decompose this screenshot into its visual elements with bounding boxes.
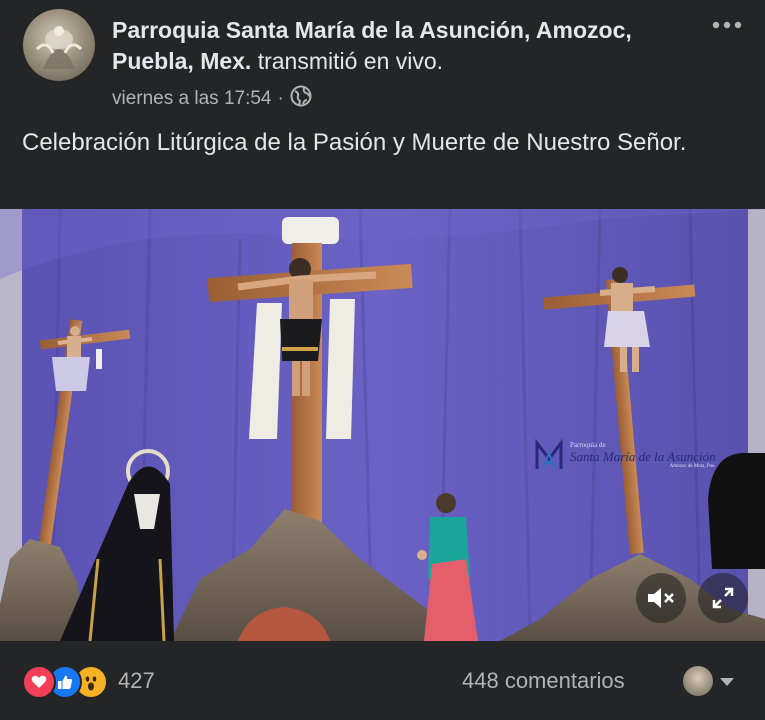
watermark-line-3: Amozoc de Mota, Pue. bbox=[669, 464, 716, 469]
broadcast-watermark: Parroquia de Santa María de la Asunción … bbox=[534, 439, 716, 471]
viewer-avatar[interactable] bbox=[683, 666, 713, 696]
post-author-line: Parroquia Santa María de la Asunción, Am… bbox=[112, 15, 672, 77]
avatar-image bbox=[35, 26, 83, 69]
watermark-line-1: Parroquia de bbox=[570, 441, 606, 449]
reaction-summary[interactable] bbox=[22, 665, 108, 699]
post-engagement-bar: 427 448 comentarios bbox=[0, 641, 765, 720]
watermark-line-2: Santa María de la Asunción bbox=[570, 449, 716, 464]
post-action-text: transmitió en vivo. bbox=[257, 48, 444, 74]
fullscreen-button[interactable] bbox=[698, 573, 748, 623]
caret-down-icon[interactable] bbox=[719, 674, 735, 692]
speaker-muted-icon bbox=[648, 588, 674, 608]
feed-post: Parroquia Santa María de la Asunción, Am… bbox=[0, 0, 765, 720]
meta-separator: · bbox=[277, 88, 284, 109]
post-meta: viernes a las 17:54 · bbox=[112, 85, 312, 113]
comment-count-link[interactable]: 448 comentarios bbox=[462, 668, 625, 694]
post-header: Parroquia Santa María de la Asunción, Am… bbox=[0, 0, 765, 120]
parish-monogram-icon bbox=[535, 439, 563, 470]
reaction-count[interactable]: 427 bbox=[118, 668, 155, 694]
live-video-player[interactable]: Parroquia de Santa María de la Asunción … bbox=[0, 209, 765, 641]
more-options-icon[interactable] bbox=[711, 14, 743, 36]
fullscreen-icon bbox=[712, 587, 734, 609]
love-icon bbox=[22, 665, 56, 699]
globe-icon[interactable] bbox=[290, 85, 312, 113]
mute-toggle-button[interactable] bbox=[636, 573, 686, 623]
post-caption: Celebración Litúrgica de la Pasión y Mue… bbox=[22, 129, 687, 156]
page-avatar[interactable] bbox=[23, 9, 95, 81]
post-timestamp[interactable]: viernes a las 17:54 bbox=[112, 88, 272, 110]
